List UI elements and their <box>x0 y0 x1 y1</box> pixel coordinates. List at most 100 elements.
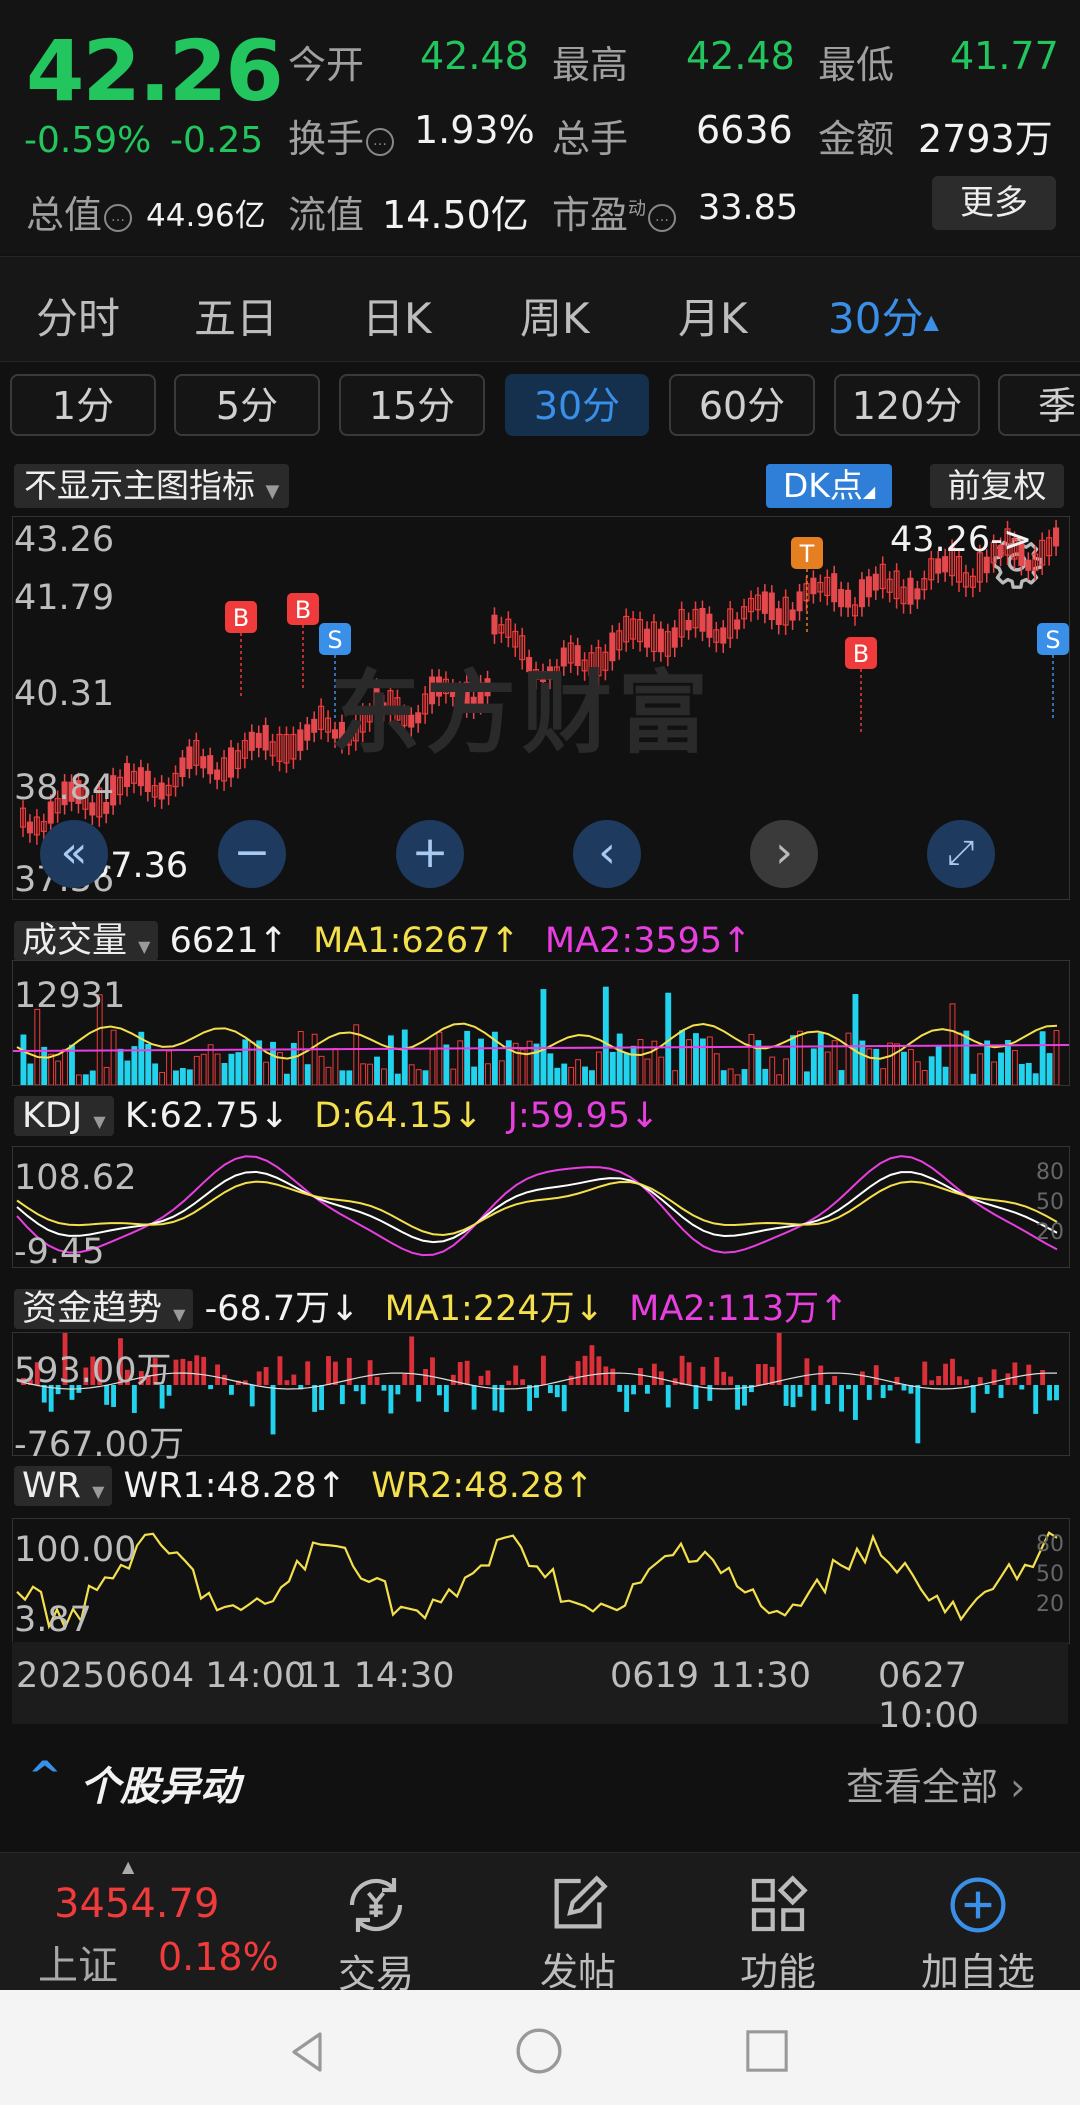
fund-ma1: MA1:224万↓ <box>384 1289 604 1329</box>
turnover-label[interactable]: 换手… <box>288 108 395 163</box>
add-watchlist-button[interactable]: 加自选 <box>898 1853 1058 1996</box>
fund-bar <box>547 1385 553 1394</box>
quote-header: 42.26 -0.59% -0.25 今开 42.48 最高 42.48 最低 … <box>0 0 1080 254</box>
volume-bar <box>568 1066 575 1086</box>
tab-weekly-k[interactable]: 周K <box>520 285 590 346</box>
dropdown-icon: ▼ <box>265 481 280 502</box>
time-label: 0627 10:00 <box>878 1656 979 1736</box>
tab-30min[interactable]: 30分▲ <box>828 285 939 346</box>
view-all-link[interactable]: 查看全部 › <box>846 1756 1025 1811</box>
wr-top-tick: 100.00 <box>14 1530 137 1570</box>
fund-bar <box>859 1371 865 1385</box>
volume-bar <box>810 1048 817 1086</box>
back-icon[interactable] <box>284 2028 332 2076</box>
candle-body <box>137 767 144 787</box>
info-icon[interactable]: … <box>366 127 395 156</box>
fund-bar <box>693 1385 699 1410</box>
amount-value: 2793万 <box>918 117 1053 161</box>
scroll-right-icon[interactable]: › <box>750 820 818 888</box>
volume-select[interactable]: 成交量 ▼ <box>14 921 159 961</box>
tab-intraday[interactable]: 分时 <box>36 285 120 346</box>
wr-select[interactable]: WR ▼ <box>14 1466 113 1506</box>
volume-bar <box>1011 1050 1018 1086</box>
minute-btn-120[interactable]: 120分 <box>834 374 980 436</box>
candle-body <box>775 608 782 626</box>
index-value: 3454.79 <box>54 1881 220 1927</box>
candle-body <box>248 731 255 751</box>
fund-bar <box>714 1357 720 1385</box>
tab-five-day[interactable]: 五日 <box>194 285 278 346</box>
adjust-button[interactable]: 前复权 <box>930 464 1064 508</box>
fund-bar <box>374 1376 380 1385</box>
zoom-in-icon[interactable]: + <box>396 820 464 888</box>
trade-button[interactable]: 交易 <box>296 1853 456 1998</box>
volume-bar <box>589 1070 595 1086</box>
kdj-level: 50 <box>1036 1190 1064 1215</box>
candle-body <box>207 755 214 775</box>
volume-bar <box>297 1031 304 1086</box>
fund-select[interactable]: 资金趋势 ▼ <box>14 1289 194 1329</box>
volume-bar <box>429 1049 436 1086</box>
fund-bar <box>645 1385 650 1394</box>
volume-bar <box>332 1047 339 1086</box>
volume-bar <box>998 1052 1004 1086</box>
info-icon[interactable]: … <box>648 203 677 232</box>
home-icon[interactable] <box>514 2026 564 2076</box>
volume-bar <box>325 1066 332 1086</box>
volume-bar <box>887 1042 894 1086</box>
fund-bar <box>596 1356 602 1385</box>
post-button[interactable]: 发帖 <box>498 1853 658 1996</box>
fund-bar <box>617 1385 623 1392</box>
volume-bar <box>387 1035 394 1086</box>
volume-bar <box>803 1071 810 1086</box>
stock-alerts-bar[interactable]: ^ 个股异动 查看全部 › <box>0 1730 1080 1828</box>
fund-bar <box>353 1385 359 1392</box>
scroll-left-icon[interactable]: ‹ <box>573 820 641 888</box>
volume-bar <box>748 1033 755 1086</box>
main-indicator-select[interactable]: 不显示主图指标 ▼ <box>14 464 290 508</box>
candle-body <box>186 746 193 769</box>
info-icon[interactable]: … <box>104 203 133 232</box>
minute-btn-quarter[interactable]: 季 <box>998 374 1080 436</box>
tab-monthly-k[interactable]: 月K <box>678 285 748 346</box>
dk-point-button[interactable]: DK点◢ <box>766 464 892 508</box>
volume-bar <box>20 1034 27 1086</box>
volume-bar <box>381 1068 387 1086</box>
pe-label[interactable]: 市盈动… <box>552 184 677 239</box>
volume-bar <box>873 1048 880 1086</box>
kdj-select[interactable]: KDJ ▼ <box>14 1096 114 1136</box>
minute-btn-15[interactable]: 15分 <box>339 374 485 436</box>
minute-btn-60[interactable]: 60分 <box>669 374 815 436</box>
fund-bar <box>1040 1369 1046 1385</box>
fund-top-tick: 593.00万 <box>14 1351 172 1391</box>
minute-btn-30[interactable]: 30分 <box>505 374 649 436</box>
fund-bar <box>395 1385 401 1395</box>
low-value: 41.77 <box>950 34 1059 78</box>
fund-bar <box>818 1365 824 1385</box>
fund-bar <box>478 1375 484 1385</box>
fullscreen-icon[interactable]: ⤢ <box>927 820 995 888</box>
fund-bar <box>270 1385 276 1435</box>
chevron-up-icon[interactable]: ^ <box>28 1754 62 1800</box>
zoom-out-icon[interactable]: − <box>218 820 286 888</box>
mktcap-label[interactable]: 总值… <box>26 184 133 239</box>
change-amount: -0.25 <box>170 120 264 161</box>
more-button[interactable]: 更多 <box>932 176 1056 230</box>
function-button[interactable]: 功能 <box>698 1853 858 1996</box>
recents-icon[interactable] <box>744 2028 790 2074</box>
volume-bar <box>55 1060 62 1086</box>
y-tick: 41.79 <box>14 578 115 618</box>
volume-bar <box>706 1036 713 1086</box>
minute-btn-5[interactable]: 5分 <box>174 374 320 436</box>
volume-bar <box>408 1064 415 1086</box>
caret-up-icon: ▲ <box>923 309 939 334</box>
kdj-level: 80 <box>1036 1160 1064 1185</box>
volume-bar <box>27 1063 34 1086</box>
minute-btn-1[interactable]: 1分 <box>10 374 156 436</box>
volume-bar <box>478 1038 484 1086</box>
tab-daily-k[interactable]: 日K <box>362 285 432 346</box>
signal-label: S <box>1045 626 1060 654</box>
scroll-left-far-icon[interactable]: « <box>40 820 108 888</box>
volume-bar <box>914 1061 921 1086</box>
kdj-k: K:62.75↓ <box>124 1096 290 1136</box>
